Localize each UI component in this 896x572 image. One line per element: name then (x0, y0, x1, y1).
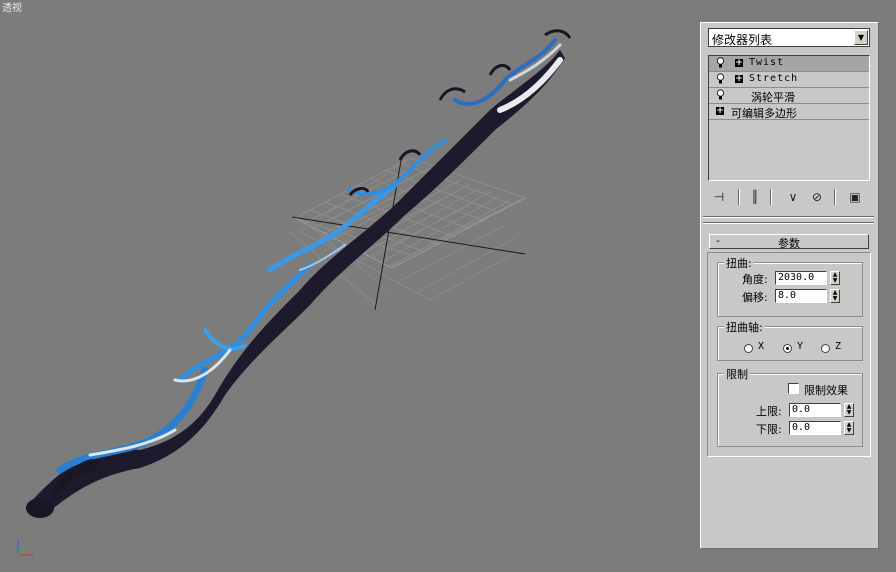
toolbar-divider (834, 189, 836, 205)
expand-icon[interactable]: + (716, 107, 724, 116)
axis-tripod-icon (17, 540, 34, 556)
twist-group: 扭曲: 角度: 2030.0 ▲ ▼ 偏移: 8.0 ▲ ▼ (717, 255, 863, 317)
command-panel: 修改器列表 ▼ + Twist + Stretch 涡轮平滑 + 可编辑多边形 … (700, 22, 879, 549)
axis-x-radio[interactable] (744, 344, 753, 353)
stack-item-twist[interactable]: + Twist (709, 56, 869, 72)
axis-x-label: X (758, 341, 765, 352)
stack-item-label: 涡轮平滑 (751, 91, 795, 104)
expand-icon[interactable]: + (735, 75, 743, 84)
lower-limit-spinner[interactable]: ▲ ▼ (844, 421, 854, 435)
modifier-stack[interactable]: + Twist + Stretch 涡轮平滑 + 可编辑多边形 (708, 55, 870, 181)
stack-item-stretch[interactable]: + Stretch (709, 72, 869, 88)
lower-limit-label: 下限: (756, 423, 782, 436)
axis-z-radio[interactable] (821, 344, 830, 353)
bias-input[interactable]: 8.0 (775, 289, 827, 303)
modifier-list-dropdown[interactable]: 修改器列表 ▼ (708, 28, 870, 47)
twisted-ribbon-model[interactable] (0, 0, 700, 572)
ribbon-blue-strands (56, 38, 557, 474)
lightbulb-icon[interactable] (716, 73, 725, 85)
lightbulb-icon[interactable] (716, 57, 725, 69)
show-end-result-icon[interactable]: ║ (746, 188, 764, 206)
rollout-title: 参数 (778, 237, 800, 250)
angle-label: 角度: (742, 273, 768, 286)
axis-y-radio[interactable] (783, 344, 792, 353)
angle-input[interactable]: 2030.0 (775, 271, 827, 285)
configure-sets-icon[interactable]: ▣ (846, 188, 864, 206)
limits-group: 限制 限制效果 上限: 0.0 ▲ ▼ 下限: 0.0 ▲ ▼ (717, 366, 863, 447)
group-title: 扭曲轴: (724, 319, 765, 335)
limit-effect-label: 限制效果 (804, 384, 848, 397)
expand-icon[interactable]: + (735, 59, 743, 68)
ribbon-highlights (88, 43, 563, 457)
parameters-rollout: 扭曲: 角度: 2030.0 ▲ ▼ 偏移: 8.0 ▲ ▼ 扭曲轴: X Y Z … (707, 252, 871, 457)
group-title: 限制 (724, 366, 750, 382)
group-title: 扭曲: (724, 255, 754, 271)
lower-limit-input[interactable]: 0.0 (789, 421, 841, 435)
angle-spinner[interactable]: ▲ ▼ (830, 271, 840, 285)
axis-z-label: Z (835, 341, 842, 352)
bias-spinner[interactable]: ▲ ▼ (830, 289, 840, 303)
twist-axis-group: 扭曲轴: X Y Z (717, 319, 863, 361)
upper-limit-spinner[interactable]: ▲ ▼ (844, 403, 854, 417)
limit-effect-checkbox[interactable] (788, 383, 799, 394)
make-unique-icon[interactable]: ∨ (784, 188, 802, 206)
axis-y-label: Y (797, 341, 804, 352)
stack-item-turbosmooth[interactable]: 涡轮平滑 (709, 88, 869, 104)
rollout-header-parameters[interactable]: - 参数 (709, 234, 869, 250)
ribbon-back (28, 50, 565, 515)
stack-item-editable-poly[interactable]: + 可编辑多边形 (709, 104, 869, 120)
toolbar-divider (770, 189, 772, 205)
bias-label: 偏移: (742, 291, 768, 304)
modifier-list-label: 修改器列表 (712, 33, 773, 47)
lightbulb-icon[interactable] (716, 89, 725, 101)
upper-limit-label: 上限: (756, 405, 782, 418)
remove-modifier-icon[interactable]: ⊘ (808, 188, 826, 206)
stack-item-label: Stretch (749, 73, 799, 84)
stack-item-label: Twist (749, 57, 785, 68)
pin-stack-icon[interactable]: ⊣ (710, 188, 728, 206)
panel-divider (703, 216, 874, 218)
panel-divider (703, 222, 874, 224)
chevron-down-icon[interactable]: ▼ (854, 30, 868, 45)
stack-item-label: 可编辑多边形 (731, 107, 797, 120)
stack-toolbar: ⊣ ║ ∨ ⊘ ▣ (708, 185, 870, 209)
upper-limit-input[interactable]: 0.0 (789, 403, 841, 417)
toolbar-divider (738, 189, 740, 205)
